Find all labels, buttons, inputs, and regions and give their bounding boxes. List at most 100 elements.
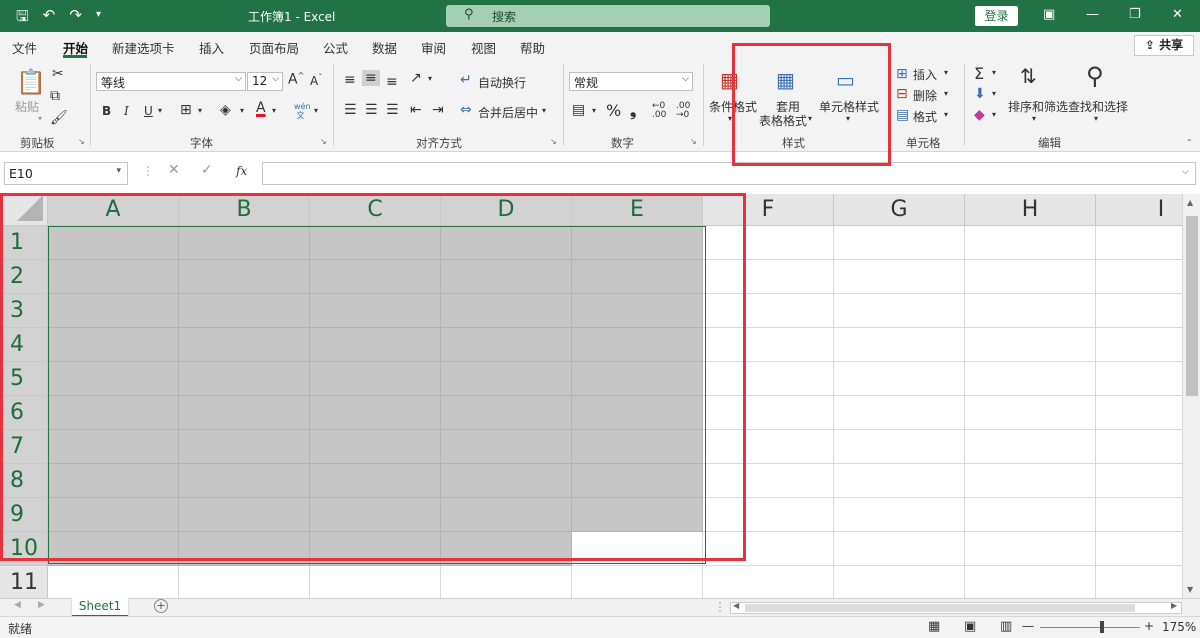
cell-h1[interactable] xyxy=(965,226,1096,260)
cell-a11[interactable] xyxy=(48,566,179,598)
cell-a6[interactable] xyxy=(48,396,179,430)
cell-c3[interactable] xyxy=(310,294,441,328)
cell-i11[interactable] xyxy=(1096,566,1182,598)
paste-icon[interactable]: 📋 xyxy=(16,68,46,96)
zoom-level[interactable]: 175% xyxy=(1162,620,1196,634)
cell-g10[interactable] xyxy=(834,532,965,566)
column-header-f[interactable]: F xyxy=(703,194,834,226)
merge-dropdown-icon[interactable]: ▾ xyxy=(542,106,546,115)
share-button[interactable]: ⇪ 共享 xyxy=(1134,35,1194,56)
cell-a8[interactable] xyxy=(48,464,179,498)
format-painter-icon[interactable]: 🖌 xyxy=(50,110,68,126)
cell-styles-icon[interactable]: ▭ xyxy=(836,68,855,92)
normal-view-icon[interactable]: ▦ xyxy=(928,619,940,634)
cell-d1[interactable] xyxy=(441,226,572,260)
cell-h7[interactable] xyxy=(965,430,1096,464)
select-all-button[interactable] xyxy=(0,194,48,226)
cut-icon[interactable]: ✂ xyxy=(52,66,64,82)
search-box[interactable]: ⚲ 搜索 xyxy=(446,5,770,27)
delete-cells-button[interactable]: 删除 xyxy=(913,87,937,104)
row-header-8[interactable]: 8 xyxy=(0,464,48,498)
cell-e9[interactable] xyxy=(572,498,703,532)
page-layout-view-icon[interactable]: ▣ xyxy=(964,619,976,634)
cell-b1[interactable] xyxy=(179,226,310,260)
cell-styles-button[interactable]: 单元格样式 xyxy=(819,98,879,115)
tab-formulas[interactable]: 公式 xyxy=(323,38,348,57)
scroll-up-icon[interactable]: ▲ xyxy=(1187,198,1193,207)
restore-icon[interactable]: ❐ xyxy=(1129,7,1141,22)
zoom-slider-thumb[interactable] xyxy=(1100,621,1104,633)
alignment-launcher-icon[interactable]: ↘ xyxy=(550,137,557,146)
border-icon[interactable]: ⊞ xyxy=(180,102,192,118)
zoom-in-icon[interactable]: + xyxy=(1144,619,1154,633)
formula-input[interactable] xyxy=(262,162,1196,185)
align-center-icon[interactable]: ☰ xyxy=(365,102,378,118)
next-sheet-icon[interactable]: ▶ xyxy=(38,600,45,610)
clipboard-launcher-icon[interactable]: ↘ xyxy=(78,137,85,146)
cell-f8[interactable] xyxy=(703,464,834,498)
merge-center-button[interactable]: 合并后居中 xyxy=(478,104,538,121)
cell-a2[interactable] xyxy=(48,260,179,294)
cell-h2[interactable] xyxy=(965,260,1096,294)
cell-f7[interactable] xyxy=(703,430,834,464)
cell-f9[interactable] xyxy=(703,498,834,532)
cell-a9[interactable] xyxy=(48,498,179,532)
collapse-ribbon-icon[interactable]: ⌃ xyxy=(1186,138,1193,147)
row-header-3[interactable]: 3 xyxy=(0,294,48,328)
orientation-dropdown-icon[interactable]: ▾ xyxy=(428,74,432,83)
sort-filter-icon[interactable]: ⇅ xyxy=(1020,64,1037,88)
row-header-11[interactable]: 11 xyxy=(0,566,48,598)
cell-e11[interactable] xyxy=(572,566,703,598)
cell-c1[interactable] xyxy=(310,226,441,260)
number-format-select[interactable]: 常规 ⌵ xyxy=(569,72,693,91)
cell-g8[interactable] xyxy=(834,464,965,498)
row-header-1[interactable]: 1 xyxy=(0,226,48,260)
find-select-icon[interactable]: ⚲ xyxy=(1086,62,1104,90)
cell-g4[interactable] xyxy=(834,328,965,362)
cell-h5[interactable] xyxy=(965,362,1096,396)
cell-g7[interactable] xyxy=(834,430,965,464)
sort-filter-button[interactable]: 排序和筛选 xyxy=(1008,98,1068,115)
cell-i2[interactable] xyxy=(1096,260,1182,294)
cell-i3[interactable] xyxy=(1096,294,1182,328)
cell-a10[interactable] xyxy=(48,532,179,566)
cell-e2[interactable] xyxy=(572,260,703,294)
conditional-dropdown-icon[interactable]: ▾ xyxy=(728,114,732,123)
find-select-button[interactable]: 查找和选择 xyxy=(1068,98,1128,115)
cell-g3[interactable] xyxy=(834,294,965,328)
row-header-2[interactable]: 2 xyxy=(0,260,48,294)
sort-dropdown-icon[interactable]: ▾ xyxy=(1032,114,1036,123)
cell-g1[interactable] xyxy=(834,226,965,260)
cell-a1[interactable] xyxy=(48,226,179,260)
cell-d9[interactable] xyxy=(441,498,572,532)
zoom-out-icon[interactable]: — xyxy=(1022,619,1034,633)
copy-icon[interactable]: ⧉ xyxy=(50,88,60,104)
cell-b10[interactable] xyxy=(179,532,310,566)
format-cells-button[interactable]: 格式 xyxy=(913,108,937,125)
cell-i8[interactable] xyxy=(1096,464,1182,498)
cell-d5[interactable] xyxy=(441,362,572,396)
cell-a3[interactable] xyxy=(48,294,179,328)
cell-g6[interactable] xyxy=(834,396,965,430)
cell-b9[interactable] xyxy=(179,498,310,532)
cell-g5[interactable] xyxy=(834,362,965,396)
cancel-icon[interactable]: ✕ xyxy=(168,162,180,178)
cell-b2[interactable] xyxy=(179,260,310,294)
cell-b8[interactable] xyxy=(179,464,310,498)
format-table-line2[interactable]: 表格格式 xyxy=(759,112,807,129)
cell-c4[interactable] xyxy=(310,328,441,362)
login-button[interactable]: 登录 xyxy=(975,6,1018,26)
cell-b3[interactable] xyxy=(179,294,310,328)
cell-e6[interactable] xyxy=(572,396,703,430)
column-header-e[interactable]: E xyxy=(572,194,703,226)
cell-e4[interactable] xyxy=(572,328,703,362)
decrease-decimal-icon[interactable]: .00 →0 xyxy=(676,102,690,120)
underline-dropdown-icon[interactable]: ▾ xyxy=(158,106,162,115)
increase-font-icon[interactable]: A^ xyxy=(288,71,304,88)
cell-i1[interactable] xyxy=(1096,226,1182,260)
cell-g11[interactable] xyxy=(834,566,965,598)
cell-b11[interactable] xyxy=(179,566,310,598)
cell-styles-dropdown-icon[interactable]: ▾ xyxy=(846,114,850,123)
name-box[interactable]: E10 ▾ xyxy=(4,162,128,185)
vertical-scroll-thumb[interactable] xyxy=(1186,216,1198,396)
